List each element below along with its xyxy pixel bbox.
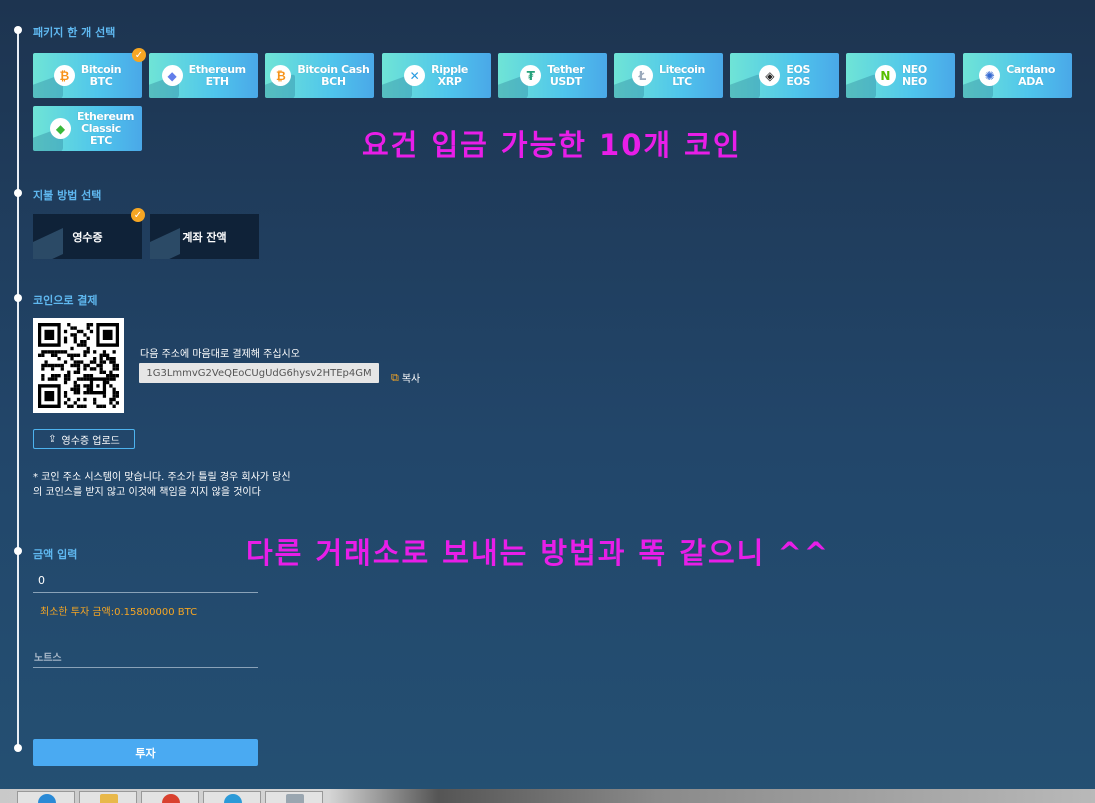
coin-name: Litecoin: [659, 62, 705, 76]
taskbar-item-explorer[interactable]: [79, 791, 137, 803]
coin-name: NEO: [901, 62, 927, 76]
coin-name: Tether: [547, 62, 585, 76]
app-icon: [224, 794, 242, 803]
bitcoin-icon: ₿: [53, 65, 75, 86]
taskbar-item-app[interactable]: [141, 791, 199, 803]
app-icon: [286, 794, 304, 803]
payment-method-balance[interactable]: 계좌 잔액: [150, 214, 259, 259]
copy-label: 복사: [401, 374, 421, 385]
coin-symbol: USDT: [549, 74, 582, 88]
litecoin-icon: Ł: [632, 65, 653, 86]
coin-name: Bitcoin Cash: [297, 62, 370, 76]
qr-code-image: [38, 323, 119, 408]
section-title-payment-method: 지불 방법 선택: [33, 189, 102, 202]
min-investment-text: 최소한 투자 금액:0.15800000 BTC: [40, 607, 198, 618]
coin-option-xrp[interactable]: ✕ Ripple XRP: [381, 53, 491, 98]
copy-icon: ⧉: [391, 370, 399, 384]
coin-symbol: XRP: [437, 74, 462, 88]
coin-name: EOS: [786, 62, 810, 76]
coin-symbol: ADA: [1018, 74, 1044, 88]
folder-icon: [100, 794, 118, 803]
coin-option-etc[interactable]: ◆ Ethereum Classic ETC: [33, 106, 142, 151]
tether-icon: ₮: [520, 65, 542, 86]
step-timeline: [17, 30, 19, 748]
coin-option-ada[interactable]: ✺ Cardano ADA: [962, 53, 1072, 98]
taskbar-item-app[interactable]: [203, 791, 261, 803]
payment-method-receipt[interactable]: 영수증: [33, 214, 142, 259]
invest-button[interactable]: 투자: [33, 739, 258, 766]
upload-label: 영수증 업로드: [61, 435, 120, 447]
selected-check-icon: ✓: [131, 208, 145, 222]
section-title-pay-with-coin: 코인으로 결제: [33, 294, 98, 307]
coin-option-eos[interactable]: ◈ EOS EOS: [730, 53, 840, 98]
overlay-coins-note: 요건 입금 가능한 10개 코인: [362, 128, 742, 162]
cardano-icon: ✺: [979, 65, 1001, 86]
coin-symbol: LTC: [672, 74, 692, 88]
payment-method-label: 영수증: [72, 230, 103, 244]
coin-name: Cardano: [1006, 62, 1055, 76]
browser-icon: [38, 794, 56, 803]
step-dot: [14, 547, 22, 555]
coin-name: Ethereum Classic: [77, 109, 135, 135]
coin-option-eth[interactable]: ◆ Ethereum ETH: [149, 53, 259, 98]
section-title-amount: 금액 입력: [33, 548, 78, 561]
taskbar-item-app[interactable]: [265, 791, 323, 803]
overlay-exchange-note: 다른 거래소로 보내는 방법과 똑 같으니 ^^: [246, 536, 831, 570]
coin-name: Ethereum: [188, 62, 246, 76]
step-dot: [14, 294, 22, 302]
ethereum-icon: ◆: [161, 65, 183, 86]
coin-symbol: ETC: [90, 133, 112, 147]
app-icon: [162, 794, 180, 803]
qr-code: [33, 318, 124, 413]
os-taskbar: [0, 789, 1095, 803]
notes-input[interactable]: 노트스: [33, 649, 258, 668]
ripple-icon: ✕: [404, 65, 426, 86]
coin-symbol: ETH: [205, 74, 229, 88]
payment-instruction: 다음 주소에 마음대로 결제해 주십시오: [140, 349, 300, 360]
coin-symbol: BTC: [89, 74, 113, 88]
upload-receipt-button[interactable]: ⇪ 영수증 업로드: [33, 429, 135, 449]
coin-symbol: BCH: [321, 74, 346, 88]
eos-icon: ◈: [759, 65, 781, 86]
coin-option-neo[interactable]: N NEO NEO: [846, 53, 956, 98]
section-title-package: 패키지 한 개 선택: [33, 26, 116, 39]
selected-check-icon: ✓: [132, 48, 146, 62]
upload-icon: ⇪: [48, 433, 57, 445]
coin-option-ltc[interactable]: Ł Litecoin LTC: [614, 53, 723, 98]
step-dot: [14, 744, 22, 752]
amount-input[interactable]: 0: [33, 574, 258, 593]
taskbar-item-ie[interactable]: [17, 791, 75, 803]
coin-option-usdt[interactable]: ₮ Tether USDT: [497, 53, 607, 98]
coin-name: Bitcoin: [80, 62, 122, 76]
ethereum-classic-icon: ◆: [50, 118, 71, 139]
payment-method-label: 계좌 잔액: [182, 230, 227, 244]
coin-name: Ripple: [431, 62, 468, 76]
coin-option-bch[interactable]: ₿ Bitcoin Cash BCH: [265, 53, 375, 98]
coin-symbol: EOS: [786, 74, 810, 88]
step-dot: [14, 189, 22, 197]
neo-icon: N: [874, 65, 896, 86]
coin-option-btc[interactable]: ₿ Bitcoin BTC: [33, 53, 142, 98]
coin-symbol: NEO: [901, 74, 927, 88]
address-notice: * 코인 주소 시스템이 맞습니다. 주소가 틀릴 경우 회사가 당신의 코인스…: [33, 472, 291, 498]
copy-button[interactable]: ⧉ 복사: [391, 370, 421, 386]
step-dot: [14, 26, 22, 34]
wallet-address-field[interactable]: 1G3LmmvG2VeQEoCUgUdG6hysv2HTEp4GM: [139, 363, 379, 383]
